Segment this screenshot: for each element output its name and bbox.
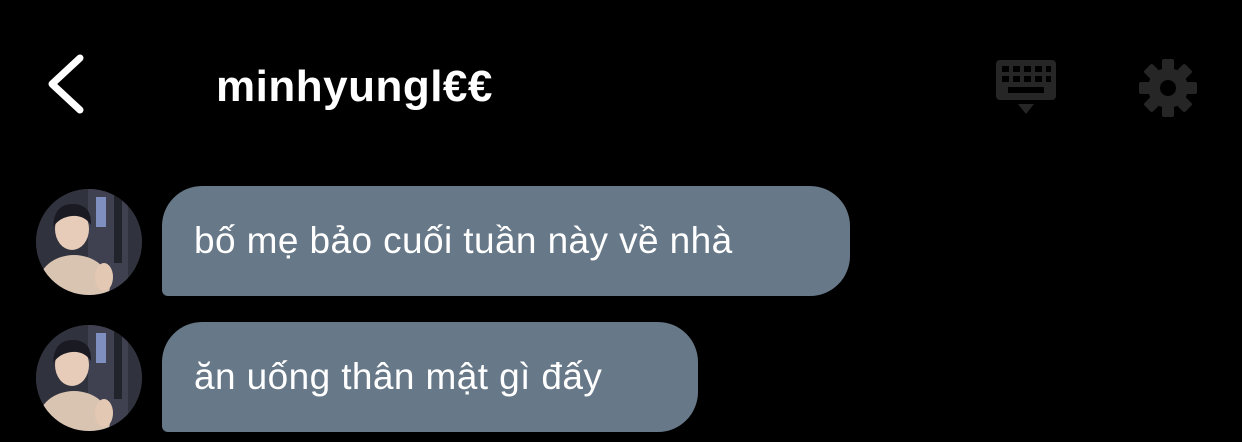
avatar-photo (36, 189, 142, 295)
chat-title: minhyungl€€ (216, 62, 493, 111)
message-bubble[interactable]: ăn uống thân mật gì đấy (162, 322, 698, 432)
chat-header: minhyungl€€ (0, 0, 1242, 170)
message-row: ăn uống thân mật gì đấy (0, 322, 1242, 434)
settings-button[interactable] (1136, 56, 1200, 120)
message-bubble[interactable]: bố mẹ bảo cuối tuần này về nhà (162, 186, 850, 296)
chevron-left-icon (48, 54, 84, 114)
keyboard-icon (996, 60, 1056, 114)
avatar-photo (36, 325, 142, 431)
gear-icon (1139, 59, 1197, 117)
message-row: bố mẹ bảo cuối tuần này về nhà (0, 186, 1242, 298)
keyboard-button[interactable] (992, 56, 1060, 118)
chat-screen: minhyungl€€ bố mẹ bảo cuối tuần này về n… (0, 0, 1242, 442)
back-button[interactable] (36, 48, 102, 120)
avatar[interactable] (36, 325, 142, 431)
avatar[interactable] (36, 189, 142, 295)
